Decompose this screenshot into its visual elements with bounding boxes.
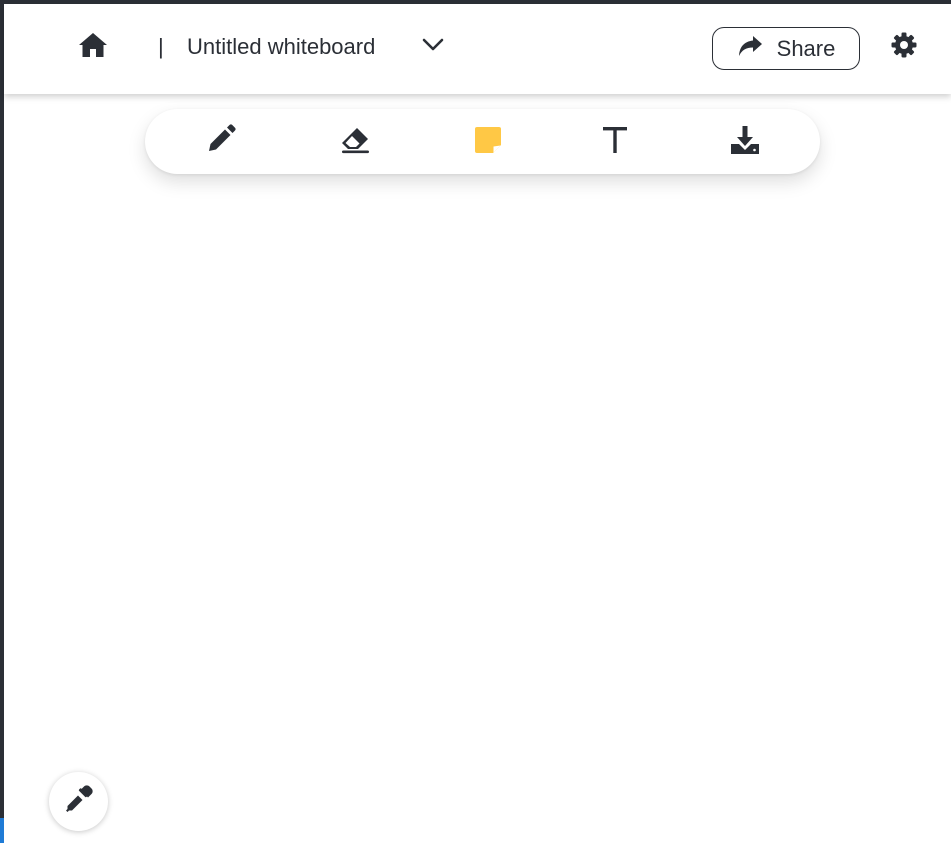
- pencil-tool[interactable]: [203, 123, 237, 161]
- home-icon: [78, 32, 108, 63]
- tool-palette: [145, 109, 820, 174]
- board-title[interactable]: Untitled whiteboard: [187, 34, 375, 60]
- share-button[interactable]: Share: [712, 27, 860, 70]
- pencil-icon: [204, 123, 236, 161]
- share-arrow-icon: [737, 35, 763, 62]
- app-window: | Untitled whiteboard Share: [0, 0, 951, 843]
- title-separator: |: [158, 34, 164, 59]
- home-button[interactable]: [78, 32, 108, 62]
- title-menu-button[interactable]: [420, 37, 446, 57]
- sticky-note-tool[interactable]: [471, 125, 505, 159]
- text-tool[interactable]: [598, 125, 632, 159]
- top-bar: | Untitled whiteboard Share: [4, 4, 951, 94]
- sticky-note-icon: [474, 126, 502, 159]
- color-picker-button[interactable]: [49, 772, 108, 831]
- download-icon: [729, 125, 761, 160]
- text-icon: [602, 126, 628, 159]
- share-label: Share: [776, 35, 836, 61]
- settings-button[interactable]: [890, 32, 918, 63]
- chevron-down-icon: [422, 38, 444, 57]
- gear-icon: [891, 32, 917, 63]
- eraser-icon: [339, 126, 371, 159]
- download-tool[interactable]: [728, 125, 762, 159]
- whiteboard-canvas[interactable]: [4, 94, 951, 843]
- eyedropper-icon: [64, 784, 94, 819]
- eraser-tool[interactable]: [338, 125, 372, 159]
